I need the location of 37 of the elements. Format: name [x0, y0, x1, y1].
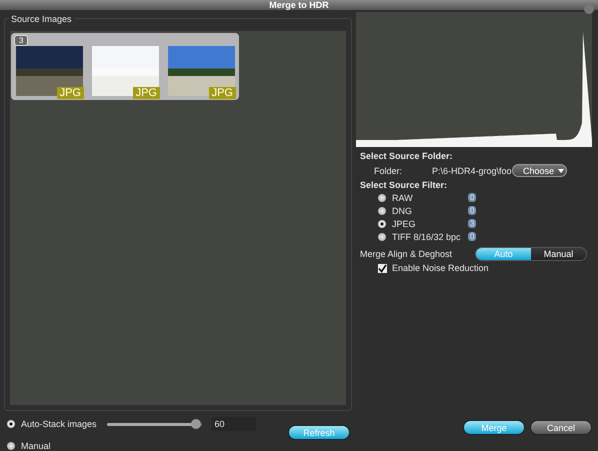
stack-count-badge: 3 — [14, 35, 28, 46]
radio-button[interactable] — [378, 194, 386, 202]
count-badge: 0 — [468, 206, 476, 215]
group-title: Source Images — [9, 14, 74, 24]
count-badge: 0 — [468, 232, 476, 241]
radio-label: DNG — [392, 206, 413, 216]
segment-tab[interactable]: Manual — [531, 248, 586, 260]
count-badge: 0 — [468, 193, 476, 202]
count-badge: 3 — [468, 219, 476, 228]
checkbox-label: Enable Noise Reduction — [392, 263, 489, 273]
cancel-button[interactable]: Cancel — [530, 420, 592, 435]
format-badge: JPG — [208, 87, 236, 99]
format-badge: JPG — [132, 87, 160, 99]
radio-label: Manual — [21, 441, 51, 451]
radio-button[interactable] — [7, 420, 15, 428]
align-label: Merge Align & Deghost — [360, 249, 454, 259]
section-heading: Select Source Filter: — [360, 180, 448, 190]
checkbox[interactable] — [378, 264, 387, 272]
folder-label: Folder: — [374, 166, 404, 176]
folder-path: P:\6-HDR4-grog\foo — [432, 166, 512, 176]
choose-button[interactable]: Choose — [512, 164, 568, 177]
slider-value-field[interactable]: 60 — [212, 417, 256, 431]
section-heading: Select Source Folder: — [360, 151, 454, 161]
window-title: Merge to HDR — [269, 0, 329, 10]
format-badge: JPG — [56, 87, 84, 99]
radio-button[interactable] — [378, 232, 386, 240]
slider-thumb[interactable] — [190, 418, 201, 428]
radio-button[interactable] — [378, 206, 386, 214]
radio-label: TIFF 8/16/32 bpc — [392, 232, 462, 242]
caret-icon — [558, 168, 564, 172]
radio-button[interactable] — [378, 220, 386, 228]
radio-button[interactable] — [7, 442, 15, 450]
radio-label: Auto-Stack images — [21, 419, 97, 429]
close-icon[interactable] — [584, 4, 594, 14]
radio-label: JPEG — [392, 218, 417, 228]
radio-label: RAW — [392, 192, 414, 202]
image-stack[interactable]: 3 JPG JPG JPG — [11, 33, 239, 100]
